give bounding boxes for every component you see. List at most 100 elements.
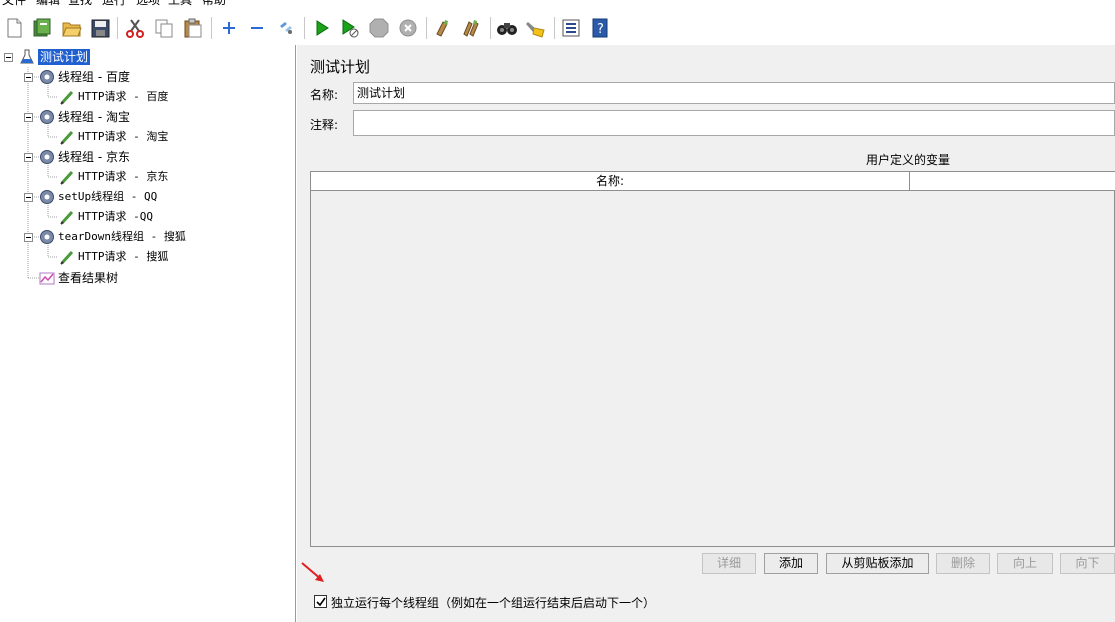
- user-defined-variables-table[interactable]: 名称:: [310, 171, 1115, 547]
- test-plan-tree: 测试计划 线程组 - 百度 HTTP请求 - 百度 线程组 - 淘宝 HTTP请…: [2, 45, 296, 622]
- menu-options[interactable]: 选项: [136, 0, 160, 8]
- tree-node-label: tearDown线程组 - 搜狐: [58, 230, 186, 243]
- name-label: 名称:: [310, 88, 339, 102]
- tree-node-label: HTTP请求 - 淘宝: [78, 130, 169, 143]
- comment-field[interactable]: [353, 110, 1115, 136]
- tree-node-label: 线程组 - 淘宝: [58, 110, 130, 124]
- function-helper-icon[interactable]: [560, 17, 582, 39]
- reset-search-icon[interactable]: [525, 17, 547, 39]
- test-plan-icon: [18, 48, 36, 66]
- toolbar-separator: [490, 17, 491, 39]
- gear-icon: [38, 148, 56, 166]
- gear-icon: [38, 188, 56, 206]
- add-button[interactable]: 添加: [764, 553, 818, 574]
- templates-icon[interactable]: [31, 17, 53, 39]
- cut-icon[interactable]: [124, 17, 146, 39]
- collapse-toggle[interactable]: [24, 113, 33, 122]
- pipette-icon: [58, 208, 76, 226]
- pipette-icon: [58, 128, 76, 146]
- clear-all-icon[interactable]: [461, 17, 483, 39]
- toolbar-separator: [211, 17, 212, 39]
- name-field[interactable]: 测试计划: [353, 82, 1115, 104]
- delete-button[interactable]: 删除: [936, 553, 990, 574]
- collapse-icon[interactable]: [246, 17, 268, 39]
- menu-run[interactable]: 运行: [102, 0, 126, 8]
- comment-label: 注释:: [310, 118, 339, 132]
- gear-icon: [38, 228, 56, 246]
- serialize-thread-groups-checkbox[interactable]: [314, 595, 327, 608]
- gear-icon: [38, 108, 56, 126]
- tree-node-label: 线程组 - 京东: [58, 150, 130, 164]
- toggle-icon[interactable]: [275, 17, 297, 39]
- serialize-thread-groups-label[interactable]: 独立运行每个线程组（例如在一个组运行结束后启动下一个）: [331, 594, 655, 611]
- menu-search[interactable]: 查找: [68, 0, 92, 8]
- menu-edit[interactable]: 编辑: [36, 0, 60, 8]
- help-icon[interactable]: ?: [589, 17, 611, 39]
- move-down-button[interactable]: 向下: [1060, 553, 1115, 574]
- collapse-toggle[interactable]: [24, 233, 33, 242]
- collapse-toggle[interactable]: [4, 53, 13, 62]
- tree-node-teardown-thread-group[interactable]: tearDown线程组 - 搜狐: [38, 228, 186, 246]
- tree-node-label: HTTP请求 -QQ: [78, 210, 153, 223]
- detail-button[interactable]: 详细: [702, 553, 756, 574]
- user-defined-variables-title: 用户定义的变量: [866, 153, 951, 167]
- new-icon[interactable]: [3, 17, 25, 39]
- collapse-toggle[interactable]: [24, 73, 33, 82]
- column-header-name[interactable]: 名称:: [311, 172, 910, 190]
- menu-file[interactable]: 文件: [2, 0, 26, 8]
- tree-node-http-request[interactable]: HTTP请求 - 百度: [58, 88, 168, 106]
- tree-node-http-request[interactable]: HTTP请求 - 淘宝: [58, 128, 168, 146]
- tree-node-label: 线程组 - 百度: [58, 70, 130, 84]
- svg-text:?: ?: [597, 22, 604, 37]
- tree-node-thread-group[interactable]: 线程组 - 百度: [38, 68, 130, 86]
- tree-node-thread-group[interactable]: 线程组 - 淘宝: [38, 108, 130, 126]
- tree-node-label: HTTP请求 - 百度: [78, 90, 169, 103]
- chart-icon: [38, 269, 56, 287]
- save-icon[interactable]: [89, 17, 111, 39]
- paste-icon[interactable]: [182, 17, 204, 39]
- tree-node-http-request[interactable]: HTTP请求 -QQ: [58, 208, 153, 226]
- collapse-toggle[interactable]: [24, 153, 33, 162]
- toolbar-separator: [554, 17, 555, 39]
- toolbar: ?: [0, 12, 1115, 45]
- start-no-pause-icon[interactable]: [339, 17, 361, 39]
- pipette-icon: [58, 168, 76, 186]
- shutdown-icon[interactable]: [397, 17, 419, 39]
- menu-help[interactable]: 帮助: [202, 0, 226, 8]
- tree-node-thread-group[interactable]: 线程组 - 京东: [38, 148, 130, 166]
- menu-bar: 文件 编辑 查找 运行 选项 工具 帮助: [0, 0, 1115, 8]
- tree-node-label: 查看结果树: [58, 271, 119, 285]
- tree-node-label: 测试计划: [36, 48, 92, 66]
- open-icon[interactable]: [61, 17, 83, 39]
- tree-node-http-request[interactable]: HTTP请求 - 搜狐: [58, 248, 168, 266]
- pipette-icon: [58, 88, 76, 106]
- toolbar-separator: [304, 17, 305, 39]
- test-plan-panel: 测试计划 名称: 测试计划 注释: 用户定义的变量 名称: 详细 添加 从剪贴板…: [297, 45, 1115, 622]
- move-up-button[interactable]: 向上: [997, 553, 1053, 574]
- expand-icon[interactable]: [218, 17, 240, 39]
- clear-icon[interactable]: [432, 17, 454, 39]
- tree-node-view-results-tree[interactable]: 查看结果树: [38, 269, 118, 287]
- tree-node-test-plan[interactable]: 测试计划: [18, 48, 92, 66]
- stop-icon[interactable]: [368, 17, 390, 39]
- collapse-toggle[interactable]: [24, 193, 33, 202]
- tree-node-label: setUp线程组 - QQ: [58, 190, 158, 203]
- column-header-value[interactable]: [910, 172, 1115, 190]
- search-icon[interactable]: [496, 17, 518, 39]
- tree-node-setup-thread-group[interactable]: setUp线程组 - QQ: [38, 188, 157, 206]
- start-icon[interactable]: [311, 17, 333, 39]
- toolbar-separator: [117, 17, 118, 39]
- add-from-clipboard-button[interactable]: 从剪贴板添加: [826, 553, 929, 574]
- table-header: 名称:: [311, 172, 1115, 191]
- gear-icon: [38, 68, 56, 86]
- toolbar-separator: [426, 17, 427, 39]
- page-title: 测试计划: [310, 58, 371, 76]
- menu-tools[interactable]: 工具: [168, 0, 192, 8]
- tree-node-http-request[interactable]: HTTP请求 - 京东: [58, 168, 168, 186]
- red-arrow-annotation: [301, 562, 324, 582]
- tree-node-label: HTTP请求 - 京东: [78, 170, 169, 183]
- pipette-icon: [58, 248, 76, 266]
- check-icon: [315, 597, 326, 606]
- copy-icon[interactable]: [153, 17, 175, 39]
- tree-node-label: HTTP请求 - 搜狐: [78, 250, 169, 263]
